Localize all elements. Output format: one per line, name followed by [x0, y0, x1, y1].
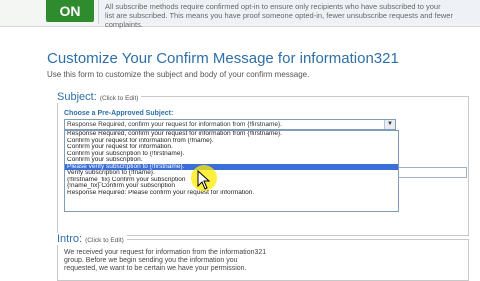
- opt-in-notice: All subscribe methods require confirmed …: [98, 0, 480, 29]
- top-bar: ON All subscribe methods require confirm…: [0, 0, 480, 29]
- status-badge[interactable]: ON: [46, 0, 94, 22]
- intro-edit-hint[interactable]: (Click to Edit): [85, 237, 124, 244]
- subject-select[interactable]: Response Required, confirm your request …: [64, 119, 396, 130]
- subject-legend-label: Subject:: [57, 91, 97, 103]
- subject-edit-hint[interactable]: (Click to Edit): [100, 95, 139, 102]
- notice-line: complaints.: [105, 20, 143, 29]
- dropdown-option[interactable]: Response Required: Please confirm your r…: [65, 190, 398, 197]
- chevron-down-icon[interactable]: ▼: [384, 120, 395, 129]
- mouse-pointer-icon: [197, 170, 211, 190]
- notice-line: list are subscribed. This means you have…: [105, 11, 453, 20]
- intro-line: We received your request for information…: [64, 249, 267, 256]
- subject-dropdown-list[interactable]: Response Required, confirm your request …: [64, 130, 399, 212]
- intro-legend-label: Intro:: [57, 233, 83, 245]
- page-subtitle: Use this form to customize the subject a…: [47, 70, 310, 79]
- intro-line: group. Before we begin sending you the i…: [64, 257, 238, 264]
- subject-select-value: Response Required, confirm your request …: [67, 121, 282, 128]
- choose-subject-label: Choose a Pre-Approved Subject:: [64, 110, 174, 117]
- subject-legend[interactable]: Subject: (Click to Edit): [54, 91, 142, 103]
- intro-text: We received your request for information…: [64, 249, 266, 273]
- intro-line: requested, we want to be certain we have…: [64, 265, 247, 272]
- notice-line: All subscribe methods require confirmed …: [105, 2, 441, 11]
- intro-legend[interactable]: Intro: (Click to Edit): [54, 233, 127, 245]
- custom-subject-input[interactable]: [395, 167, 467, 178]
- page-title: Customize Your Confirm Message for infor…: [47, 50, 399, 67]
